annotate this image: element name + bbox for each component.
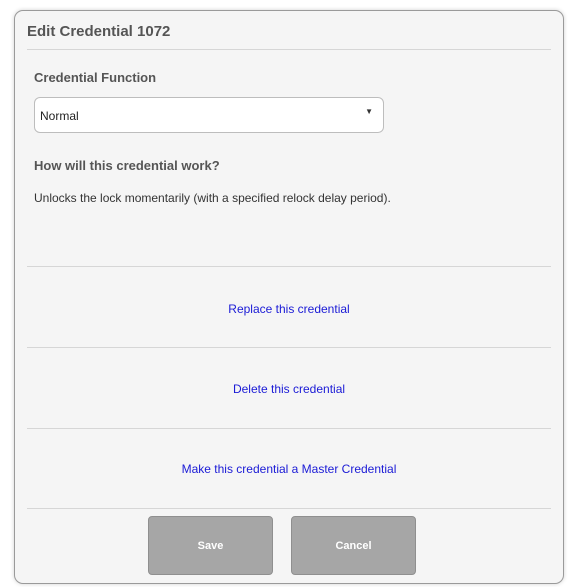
divider-2 [27,347,551,348]
divider-3 [27,428,551,429]
credential-function-label: Credential Function [34,70,157,85]
dialog-title: Edit Credential 1072 [27,23,171,40]
replace-credential-link[interactable]: Replace this credential [15,302,563,316]
divider-1 [27,266,551,267]
delete-credential-link[interactable]: Delete this credential [15,382,563,396]
title-divider [27,49,551,50]
how-it-works-heading: How will this credential work? [34,158,220,173]
save-button[interactable]: Save [148,516,273,575]
credential-function-select[interactable]: Normal ▼ [34,97,384,133]
function-description: Unlocks the lock momentarily (with a spe… [34,191,391,205]
credential-function-value: Normal [40,109,79,123]
footer-divider [27,508,551,509]
edit-credential-dialog: Edit Credential 1072 Credential Function… [14,10,564,584]
chevron-down-icon: ▼ [365,107,373,116]
make-master-credential-link[interactable]: Make this credential a Master Credential [15,462,563,476]
cancel-button[interactable]: Cancel [291,516,416,575]
